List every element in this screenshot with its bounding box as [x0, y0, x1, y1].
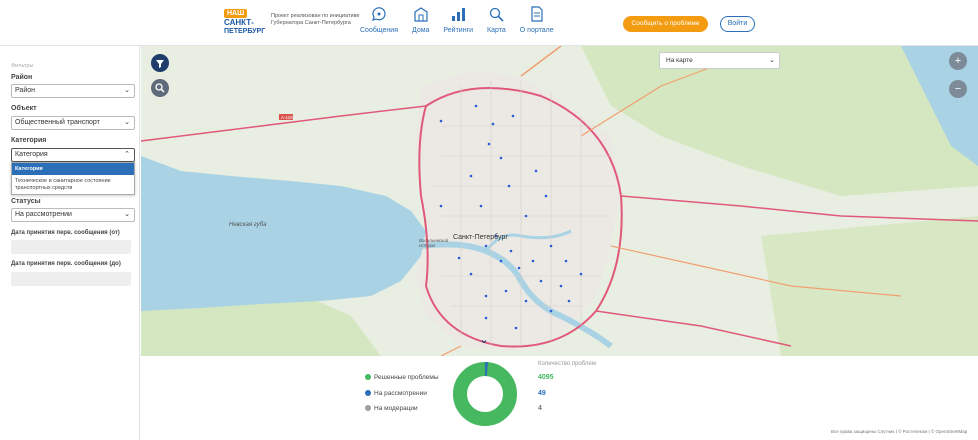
- nav-about-label: О портале: [519, 27, 554, 34]
- count-moderation: 4: [538, 405, 542, 412]
- map-search-button[interactable]: [151, 79, 169, 97]
- date-to-field[interactable]: [11, 272, 131, 286]
- gulf-label: Невская губа: [229, 222, 267, 228]
- district-label: Район: [11, 74, 33, 81]
- resolved-dot-icon: [365, 374, 371, 380]
- city-label: Санкт-Петербург: [453, 234, 508, 241]
- nav-houses[interactable]: Дома: [412, 6, 429, 42]
- login-button[interactable]: Войти: [720, 16, 755, 32]
- island-label: Васильевский остров: [419, 238, 449, 248]
- messages-icon: [372, 7, 386, 21]
- houses-icon: [414, 7, 428, 22]
- filters-title: Фильтры: [11, 63, 34, 69]
- chevron-down-icon: ⌄: [124, 87, 130, 94]
- search-icon: [155, 83, 165, 93]
- object-value: Общественный транспорт: [15, 119, 100, 126]
- map-view-value: На карте: [666, 57, 693, 64]
- status-value: На рассмотрении: [15, 211, 72, 218]
- legend-resolved: Решенные проблемы: [365, 374, 439, 381]
- category-label: Категория: [11, 137, 47, 144]
- status-select[interactable]: На рассмотрении ⌄: [11, 208, 135, 222]
- category-select[interactable]: Категория ⌃: [11, 148, 135, 162]
- district-value: Район: [15, 87, 35, 94]
- category-option[interactable]: Техническое и санитарное состояние транс…: [12, 175, 134, 195]
- legend-resolved-label: Решенные проблемы: [374, 374, 439, 381]
- map-search-icon: [490, 7, 504, 22]
- logo-bottom-text: ПЕТЕРБУРГ: [224, 28, 266, 35]
- zoom-out-button[interactable]: −: [949, 80, 967, 98]
- donut-chart: [453, 362, 517, 426]
- zoom-in-button[interactable]: +: [949, 52, 967, 70]
- logo-top-text: НАШ: [224, 9, 248, 18]
- chevron-down-icon: ⌄: [124, 211, 130, 218]
- map-canvas: A-118: [141, 46, 978, 356]
- legend-review: На рассмотрении: [365, 390, 427, 397]
- category-option[interactable]: Категория: [12, 163, 134, 175]
- legend-moderation-label: На модерации: [374, 405, 418, 412]
- category-dropdown: Категория Техническое и санитарное состо…: [11, 162, 135, 195]
- site-logo[interactable]: НАШ САНКТ- ПЕТЕРБУРГ: [224, 9, 266, 37]
- filter-toggle-button[interactable]: [151, 54, 169, 72]
- filters-sidebar: Фильтры Район Район ⌄ Объект Общественны…: [0, 46, 140, 440]
- count-title: Количество проблем: [538, 361, 596, 367]
- nav-ratings[interactable]: Рейтинги: [443, 6, 473, 42]
- date-from-field[interactable]: [11, 240, 131, 254]
- filter-icon: [156, 60, 164, 68]
- nav-messages-label: Сообщения: [360, 27, 398, 34]
- nav-houses-label: Дома: [412, 27, 430, 34]
- nav-ratings-label: Рейтинги: [443, 27, 474, 34]
- main-nav: Сообщения Дома Рейтинги Карта О портале: [360, 6, 568, 42]
- count-review: 49: [538, 390, 546, 397]
- chevron-down-icon: ⌄: [124, 119, 130, 126]
- nav-map-label: Карта: [487, 27, 506, 34]
- stats-panel: Решенные проблемы На рассмотрении На мод…: [141, 356, 978, 440]
- tagline: Проект реализован по инициативе Губернат…: [271, 13, 360, 26]
- copyright-text: Все права защищены Спутник | © Ростелеко…: [831, 429, 968, 434]
- category-value: Категория: [15, 151, 48, 158]
- map-view-select[interactable]: На карте ⌄: [659, 52, 780, 69]
- report-problem-button[interactable]: Сообщить о проблеме: [623, 16, 708, 32]
- map-view[interactable]: A-118 Невская губа Санкт-Петербург Васил…: [141, 46, 978, 356]
- district-select[interactable]: Район ⌄: [11, 84, 135, 98]
- ratings-icon: [452, 8, 466, 21]
- road-shield: A-118: [281, 115, 293, 120]
- object-label: Объект: [11, 105, 37, 112]
- donut-resolved-segment: [453, 362, 517, 426]
- header: НАШ САНКТ- ПЕТЕРБУРГ Проект реализован п…: [0, 0, 978, 46]
- logo-mid-text: САНКТ-: [224, 18, 254, 27]
- date-from-label: Дата принятия перв. сообщения (от): [11, 230, 120, 236]
- object-select[interactable]: Общественный транспорт ⌄: [11, 116, 135, 130]
- document-icon: [531, 6, 543, 22]
- count-resolved: 4095: [538, 374, 554, 381]
- legend-review-label: На рассмотрении: [374, 390, 427, 397]
- nav-map[interactable]: Карта: [487, 6, 506, 42]
- date-to-label: Дата принятия перв. сообщения (до): [11, 261, 121, 267]
- legend-moderation: На модерации: [365, 405, 418, 412]
- status-label: Статусы: [11, 198, 41, 205]
- nav-about[interactable]: О портале: [520, 6, 554, 42]
- moderation-dot-icon: [365, 405, 371, 411]
- review-dot-icon: [365, 390, 371, 396]
- nav-messages[interactable]: Сообщения: [360, 6, 398, 42]
- chevron-down-icon: ⌄: [769, 57, 775, 64]
- expand-stats-icon[interactable]: ⌄: [477, 333, 491, 347]
- chevron-up-icon: ⌃: [124, 151, 130, 158]
